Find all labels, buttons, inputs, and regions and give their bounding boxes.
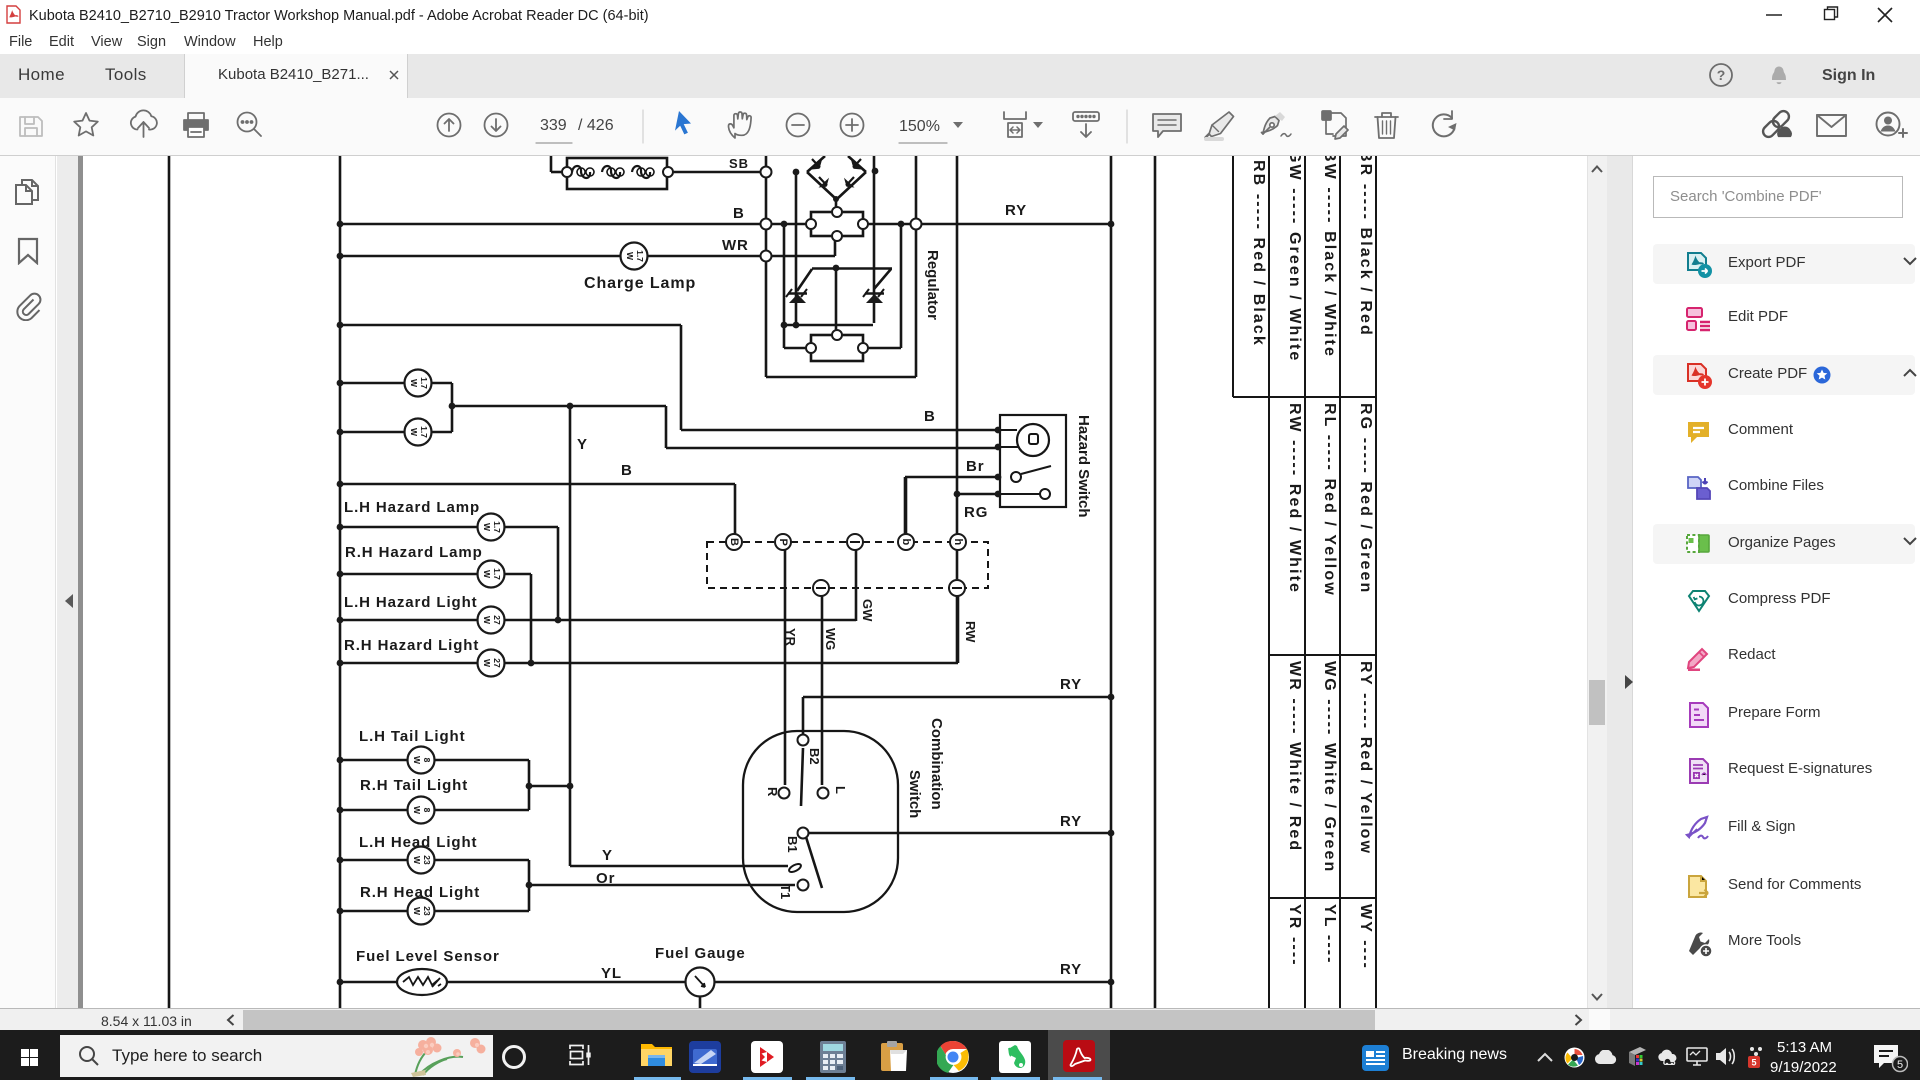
svg-text:1.7: 1.7 [419, 377, 429, 389]
svg-text:W: W [412, 806, 422, 815]
svg-text:Combination: Combination [928, 718, 945, 810]
svg-text:27: 27 [492, 615, 502, 625]
svg-text:1.7: 1.7 [492, 568, 502, 580]
svg-text:RY: RY [1060, 813, 1082, 830]
svg-text:R.H Hazard Lamp: R.H Hazard Lamp [345, 544, 483, 561]
svg-text:W: W [412, 856, 422, 865]
svg-text:B: B [733, 205, 745, 222]
svg-text:YR: YR [783, 628, 798, 647]
svg-text:339: 339 [540, 117, 567, 134]
svg-text:Sign In: Sign In [1822, 67, 1875, 84]
svg-text:L.H Hazard Light: L.H Hazard Light [344, 594, 478, 611]
svg-text:W: W [482, 523, 492, 532]
svg-text:B2: B2 [807, 748, 822, 765]
svg-text:?: ? [1717, 67, 1726, 83]
svg-text:Fuel Gauge: Fuel Gauge [655, 945, 746, 962]
svg-text:P: P [777, 539, 789, 546]
svg-text:YL: YL [601, 965, 622, 982]
svg-text:h: h [952, 539, 964, 546]
svg-text:W: W [482, 616, 492, 625]
svg-text:BW ----- Black / White: BW ----- Black / White [1321, 156, 1338, 358]
svg-text:RY ----- Red / Yellow: RY ----- Red / Yellow [1357, 661, 1374, 855]
svg-text:RY: RY [1060, 961, 1082, 978]
svg-text:YR ----: YR ---- [1286, 904, 1303, 967]
svg-text:W: W [482, 659, 492, 668]
svg-text:B1: B1 [785, 836, 800, 853]
svg-text:Y: Y [602, 847, 613, 864]
svg-text:Hazard Switch: Hazard Switch [1075, 415, 1092, 518]
svg-text:B: B [728, 538, 740, 546]
svg-text:RY: RY [1060, 676, 1082, 693]
svg-text:GW ----- Green / White: GW ----- Green / White [1286, 156, 1303, 362]
svg-text:1.7: 1.7 [492, 521, 502, 533]
svg-text:B: B [924, 408, 936, 425]
svg-text:L.H Hazard Lamp: L.H Hazard Lamp [344, 499, 480, 516]
svg-text:Regulator: Regulator [924, 250, 941, 320]
svg-text:W: W [412, 907, 422, 916]
svg-text:W: W [482, 570, 492, 579]
svg-text:W: W [412, 756, 422, 765]
svg-text:W: W [625, 252, 635, 261]
svg-text:WG ----- White / Green: WG ----- White / Green [1321, 661, 1338, 873]
svg-text:5: 5 [1897, 1059, 1903, 1071]
svg-text:GW: GW [860, 599, 875, 622]
svg-text:27: 27 [492, 658, 502, 668]
svg-text:SB: SB [729, 156, 749, 171]
svg-text:WR: WR [722, 237, 749, 254]
svg-text:RG: RG [964, 504, 988, 521]
svg-text:W: W [409, 379, 419, 388]
svg-text:1.7: 1.7 [635, 250, 645, 262]
svg-text:Y: Y [577, 436, 588, 453]
svg-text:Br: Br [966, 458, 984, 475]
svg-text:WY ----: WY ---- [1357, 904, 1374, 970]
svg-text:1.7: 1.7 [419, 426, 429, 438]
svg-text:23: 23 [422, 855, 432, 865]
svg-text:23: 23 [422, 906, 432, 916]
svg-text:RW ----- Red / White: RW ----- Red / White [1286, 403, 1303, 594]
svg-text:150%: 150% [899, 118, 940, 135]
svg-text:T1: T1 [778, 884, 793, 899]
svg-text:5: 5 [1751, 1058, 1756, 1068]
svg-text:/ 426: / 426 [578, 117, 614, 134]
svg-text:BR ----- Black / Red: BR ----- Black / Red [1357, 156, 1374, 337]
svg-text:Fuel Level Sensor: Fuel Level Sensor [356, 948, 500, 965]
svg-text:YL ----: YL ---- [1321, 904, 1338, 965]
svg-text:R: R [765, 787, 780, 797]
svg-text:RB ----- Red / Black: RB ----- Red / Black [1250, 160, 1267, 347]
svg-text:R.H Hazard Light: R.H Hazard Light [344, 637, 479, 654]
svg-text:RG ----- Red / Green: RG ----- Red / Green [1357, 403, 1374, 594]
svg-text:RW: RW [963, 621, 978, 643]
svg-text:Switch: Switch [906, 770, 923, 818]
svg-text:Charge Lamp: Charge Lamp [584, 275, 696, 292]
svg-text:B: B [621, 462, 633, 479]
svg-text:8: 8 [422, 758, 432, 763]
svg-text:RY: RY [1005, 202, 1027, 219]
svg-text:WR ----- White / Red: WR ----- White / Red [1286, 661, 1303, 852]
svg-text:R.H Tail Light: R.H Tail Light [360, 777, 468, 794]
svg-text:L.H Tail Light: L.H Tail Light [359, 728, 465, 745]
svg-text:8: 8 [422, 808, 432, 813]
svg-text:W: W [409, 428, 419, 437]
svg-text:b: b [900, 539, 912, 546]
svg-text:L.H Head Light: L.H Head Light [359, 834, 477, 851]
svg-text:WG: WG [823, 628, 838, 650]
svg-text:L: L [833, 786, 848, 794]
svg-text:RL ----- Red / Yellow: RL ----- Red / Yellow [1321, 403, 1338, 597]
svg-text:R.H Head Light: R.H Head Light [360, 884, 480, 901]
svg-text:Or: Or [596, 870, 615, 887]
